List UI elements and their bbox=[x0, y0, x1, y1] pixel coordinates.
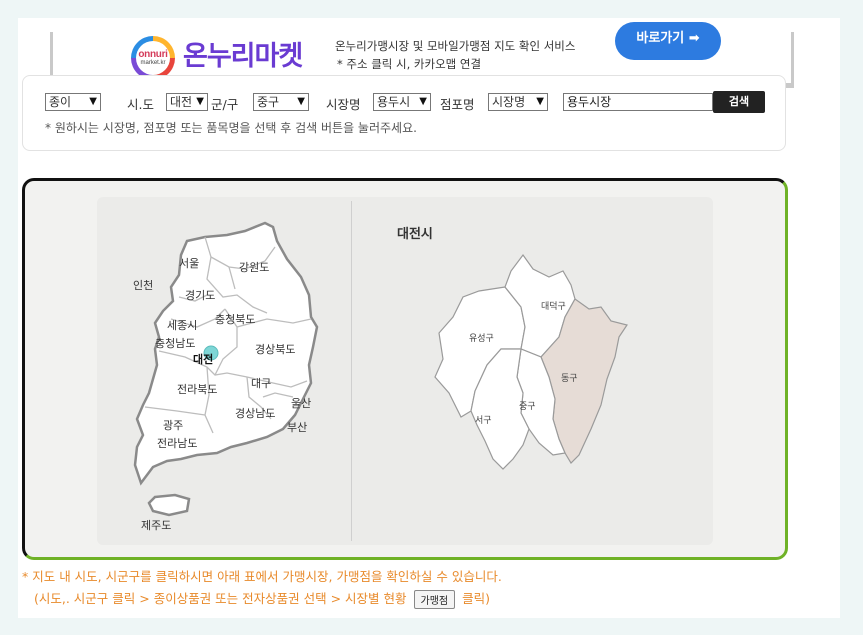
jeju-island[interactable] bbox=[147, 493, 191, 517]
region-label-daejeon[interactable]: 대전 bbox=[193, 352, 213, 366]
region-label-daegu[interactable]: 대구 bbox=[251, 377, 271, 390]
brand-name: 온누리마켓 bbox=[183, 41, 303, 72]
district-label-daedeok[interactable]: 대덕구 bbox=[541, 301, 566, 312]
region-label-gyeongnam[interactable]: 경상남도 bbox=[235, 407, 275, 420]
map-usage-note: * 지도 내 시도, 시군구를 클릭하시면 아래 표에서 가맹시장, 가맹점을 … bbox=[22, 569, 502, 584]
korea-map[interactable]: 서울 강원도 인천 경기도 세종시 충청북도 충청남도 대전 경상북도 대구 전… bbox=[97, 197, 351, 545]
store-value: 시장명 bbox=[492, 95, 526, 109]
steps-text: (시도,. 시군구 클릭 > 종이상품권 또는 전자상품권 선택 > 시장별 현… bbox=[34, 591, 407, 606]
gungu-label: 군/구 bbox=[211, 97, 239, 112]
district-label-junggu[interactable]: 중구 bbox=[519, 401, 536, 412]
market-value: 용두시 bbox=[377, 95, 411, 109]
voucher-type-value: 종이 bbox=[49, 95, 72, 109]
page-container: onnuri market.kr 온누리마켓 온누리가맹시장 및 모바일가맹점 … bbox=[18, 18, 840, 618]
market-select[interactable]: 용두시 ▼ bbox=[373, 93, 431, 111]
gungu-value: 중구 bbox=[257, 95, 280, 109]
sido-label: 시.도 bbox=[127, 97, 154, 112]
chevron-down-icon: ▼ bbox=[297, 96, 305, 107]
steps-text-end: 클릭) bbox=[462, 591, 490, 606]
region-label-gyeongbuk[interactable]: 경상북도 bbox=[255, 343, 295, 356]
daejeon-city-map[interactable]: 대덕구 유성구 동구 중구 서구 bbox=[353, 197, 713, 545]
store-label: 점포명 bbox=[440, 97, 475, 112]
region-label-chungnam[interactable]: 충청남도 bbox=[155, 337, 195, 350]
store-button[interactable]: 가맹점 bbox=[413, 590, 456, 609]
map-frame: 서울 강원도 인천 경기도 세종시 충청북도 충청남도 대전 경상북도 대구 전… bbox=[22, 178, 788, 560]
onnuri-logo: onnuri market.kr bbox=[131, 36, 175, 80]
gungu-select[interactable]: 중구 ▼ bbox=[253, 93, 309, 111]
banner-subdescription: * 주소 클릭 시, 카카오맵 연결 bbox=[337, 57, 482, 71]
logo-text-sub: market.kr bbox=[140, 60, 166, 66]
market-label: 시장명 bbox=[326, 97, 361, 112]
banner-description: 온누리가맹시장 및 모바일가맹점 지도 확인 서비스 bbox=[335, 39, 576, 53]
region-label-gyeonggi[interactable]: 경기도 bbox=[185, 289, 215, 302]
region-label-chungbuk[interactable]: 충청북도 bbox=[215, 313, 255, 326]
voucher-type-select[interactable]: 종이 ▼ bbox=[45, 93, 101, 111]
logo-text-main: onnuri bbox=[138, 49, 168, 60]
sido-select[interactable]: 대전 ▼ bbox=[166, 93, 208, 111]
chevron-down-icon: ▼ bbox=[536, 96, 544, 107]
region-label-gangwon[interactable]: 강원도 bbox=[239, 261, 269, 274]
chevron-down-icon: ▼ bbox=[419, 96, 427, 107]
district-label-donggu[interactable]: 동구 bbox=[561, 373, 578, 384]
region-label-seoul[interactable]: 서울 bbox=[179, 257, 199, 270]
region-label-ulsan[interactable]: 울산 bbox=[291, 397, 311, 410]
goto-button[interactable]: 바로가기 ➡ bbox=[615, 22, 721, 60]
keyword-input[interactable]: 용두시장 bbox=[563, 93, 713, 111]
chevron-down-icon: ▼ bbox=[89, 96, 97, 107]
store-select[interactable]: 시장명 ▼ bbox=[488, 93, 548, 111]
district-label-yuseong[interactable]: 유성구 bbox=[469, 333, 494, 344]
region-label-sejong[interactable]: 세종시 bbox=[167, 319, 197, 332]
region-label-jeju[interactable]: 제주도 bbox=[141, 519, 171, 532]
region-label-incheon[interactable]: 인천 bbox=[133, 278, 153, 292]
search-panel: 종이 ▼ 시.도 대전 ▼ 군/구 중구 ▼ 시장명 용두시 ▼ 점포명 시장명… bbox=[22, 75, 786, 151]
chevron-down-icon: ▼ bbox=[196, 96, 204, 107]
search-button[interactable]: 검색 bbox=[713, 91, 765, 113]
map-usage-steps: (시도,. 시군구 클릭 > 종이상품권 또는 전자상품권 선택 > 시장별 현… bbox=[34, 588, 490, 609]
map-inner-panel: 서울 강원도 인천 경기도 세종시 충청북도 충청남도 대전 경상북도 대구 전… bbox=[97, 197, 713, 545]
map-divider bbox=[351, 201, 352, 541]
district-label-seogu[interactable]: 서구 bbox=[475, 415, 492, 426]
region-label-busan[interactable]: 부산 bbox=[287, 421, 307, 434]
region-label-jeonnam[interactable]: 전라남도 bbox=[157, 437, 197, 450]
search-hint: * 원하시는 시장명, 점포명 또는 품목명을 선택 후 검색 버튼을 눌러주세… bbox=[45, 121, 417, 135]
region-label-gwangju[interactable]: 광주 bbox=[163, 419, 183, 432]
sido-value: 대전 bbox=[170, 95, 193, 109]
region-label-jeonbuk[interactable]: 전라북도 bbox=[177, 383, 217, 396]
